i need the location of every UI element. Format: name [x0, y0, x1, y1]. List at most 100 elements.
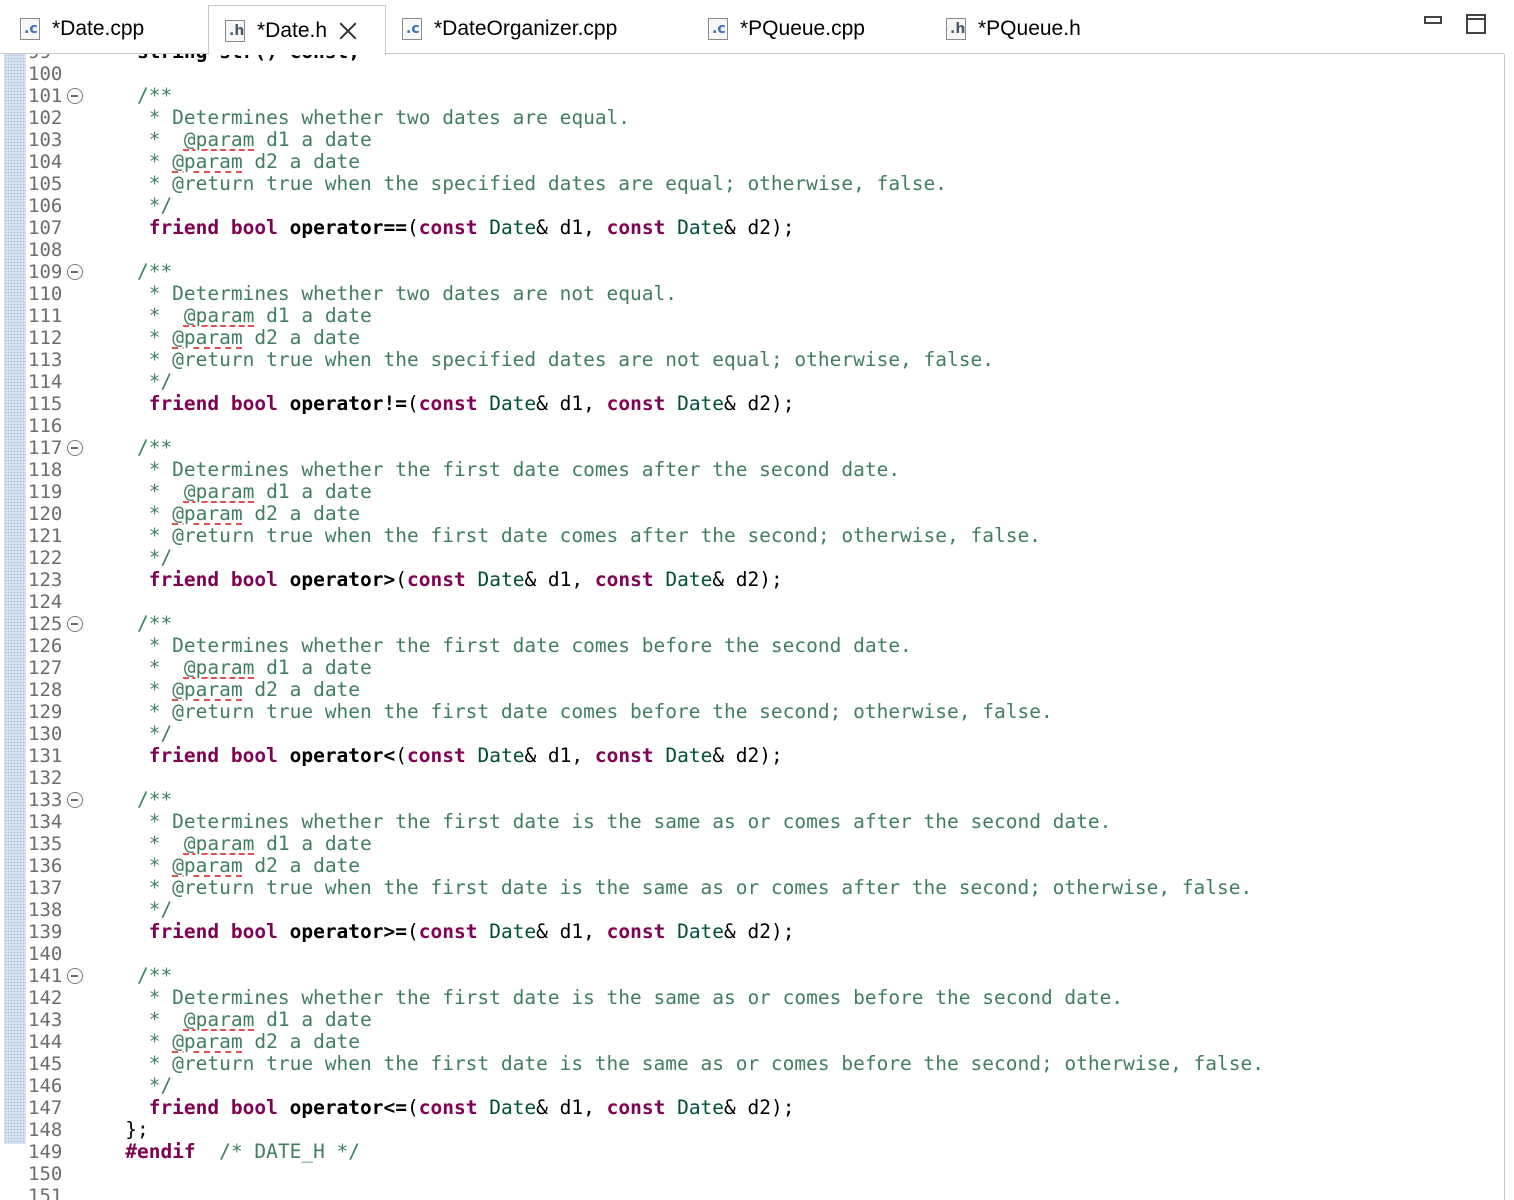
- code-token: d2 a date: [242, 502, 361, 525]
- code-token: const: [418, 392, 490, 415]
- line-code: * @return true when the specified dates …: [90, 349, 994, 371]
- line-code: string str() const;: [90, 54, 360, 63]
- code-line: 134 * Determines whether the first date …: [0, 811, 1504, 834]
- code-line: 143 * @param d1 a date: [0, 1008, 1504, 1032]
- line-code: * @param d1 a date: [90, 305, 372, 327]
- code-token: (: [395, 744, 408, 767]
- line-number: 119: [28, 481, 63, 503]
- tab-pqueue-cpp[interactable]: .c *PQueue.cpp: [692, 5, 930, 53]
- tab-date-h[interactable]: .h *Date.h: [208, 5, 386, 55]
- code-token: friend bool: [90, 744, 290, 767]
- line-code: */: [90, 195, 173, 217]
- spelling-marked-token: @param: [172, 1030, 243, 1053]
- fold-collapse-icon[interactable]: [67, 264, 83, 280]
- code-token: operator>: [289, 568, 396, 591]
- code-token: Date: [489, 1096, 537, 1119]
- fold-collapse-icon[interactable]: [67, 792, 83, 808]
- code-token: */: [90, 546, 173, 569]
- code-line: 106 */: [0, 195, 1504, 218]
- code-line: 145 * @return true when the first date i…: [0, 1053, 1504, 1076]
- code-token: & d2);: [712, 568, 783, 591]
- line-number: 123: [28, 569, 63, 591]
- code-token: *: [90, 656, 184, 679]
- spelling-marked-token: @param: [172, 502, 243, 525]
- spelling-marked-token: @param: [172, 678, 243, 701]
- code-token: Date: [677, 216, 725, 239]
- code-token: * @return true when the specified dates …: [90, 172, 948, 195]
- line-number: 101: [28, 85, 63, 107]
- line-number: 104: [28, 151, 63, 173]
- tab-pqueue-h[interactable]: .h *PQueue.h: [930, 5, 1150, 53]
- line-code: /**: [90, 789, 172, 811]
- code-token: d2 a date: [242, 678, 361, 701]
- tab-dateorganizer-cpp[interactable]: .c *DateOrganizer.cpp: [386, 5, 692, 53]
- header-file-icon: .h: [946, 18, 966, 40]
- line-number: 138: [28, 899, 63, 921]
- line-number: 115: [28, 393, 63, 415]
- line-number: 112: [28, 327, 63, 349]
- code-line: 124: [0, 591, 1504, 613]
- close-icon[interactable]: [337, 20, 359, 42]
- code-token: (: [407, 216, 419, 239]
- line-number: 122: [28, 547, 63, 569]
- line-code: * @return true when the specified dates …: [90, 173, 947, 195]
- code-token: *: [90, 1008, 184, 1031]
- code-line: 125 /**: [0, 612, 1504, 636]
- fold-collapse-icon[interactable]: [67, 88, 83, 104]
- code-token: friend bool: [90, 920, 290, 943]
- code-token: /**: [90, 260, 173, 283]
- line-code: * Determines whether the first date come…: [90, 459, 900, 481]
- line-number: 132: [28, 767, 63, 789]
- fold-collapse-icon[interactable]: [67, 616, 83, 632]
- line-code: */: [90, 723, 173, 745]
- code-line: 133 /**: [0, 789, 1504, 812]
- code-token: & d1,: [536, 920, 607, 943]
- code-editor[interactable]: 99 string str() const; 100101 /**102 * D…: [0, 54, 1505, 1200]
- code-line: 102 * Determines whether two dates are e…: [0, 107, 1504, 130]
- code-line: 127 * @param d1 a date: [0, 656, 1504, 680]
- line-number: 100: [28, 63, 63, 85]
- line-number: 134: [28, 811, 63, 833]
- line-number: 139: [28, 921, 63, 943]
- code-token: * @return true when the first date comes…: [90, 700, 1053, 723]
- code-line: 149 #endif /* DATE_H */: [0, 1141, 1504, 1164]
- line-number: 111: [28, 305, 63, 327]
- code-line: 128 * @param d2 a date: [0, 678, 1504, 702]
- code-line: 113 * @return true when the specified da…: [0, 349, 1504, 372]
- line-code: * @param d2 a date: [90, 855, 360, 877]
- line-code: friend bool operator<=(const Date& d1, c…: [90, 1097, 795, 1119]
- line-number: 102: [28, 107, 63, 129]
- line-number: 137: [28, 877, 63, 899]
- code-line: 140: [0, 943, 1504, 965]
- spelling-marked-token: @param: [183, 128, 255, 151]
- code-token: */: [90, 898, 173, 921]
- code-line: 121 * @return true when the first date c…: [0, 525, 1504, 548]
- tab-label: *PQueue.cpp: [740, 17, 865, 40]
- line-code: * @return true when the first date comes…: [90, 525, 1041, 547]
- code-token: operator==: [289, 216, 407, 239]
- spelling-marked-token: @param: [183, 480, 255, 503]
- code-line: 115 friend bool operator!=(const Date& d…: [0, 392, 1504, 416]
- code-token: * Determines whether the first date come…: [90, 634, 912, 657]
- code-token: & d2);: [724, 392, 795, 415]
- line-number: 108: [28, 239, 63, 261]
- fold-collapse-icon[interactable]: [67, 968, 83, 984]
- fold-collapse-icon[interactable]: [67, 440, 83, 456]
- code-token: /**: [90, 436, 173, 459]
- minimize-icon[interactable]: [1424, 16, 1442, 24]
- line-code: * @param d2 a date: [90, 503, 360, 525]
- line-code: */: [90, 1075, 173, 1097]
- line-number: 133: [28, 789, 63, 811]
- code-token: /**: [90, 612, 173, 635]
- line-number: 127: [28, 657, 63, 679]
- tab-label: *Date.cpp: [52, 17, 145, 40]
- code-line: 148 };: [0, 1119, 1504, 1142]
- line-number: 109: [28, 261, 63, 283]
- c-source-file-icon: .c: [708, 18, 728, 40]
- maximize-icon[interactable]: [1466, 14, 1486, 34]
- line-number: 124: [28, 591, 63, 613]
- tab-date-cpp[interactable]: .c *Date.cpp: [4, 5, 208, 53]
- code-token: * @return true when the first date comes…: [90, 524, 1041, 547]
- code-line: 141 /**: [0, 965, 1504, 988]
- line-number: 120: [28, 503, 63, 525]
